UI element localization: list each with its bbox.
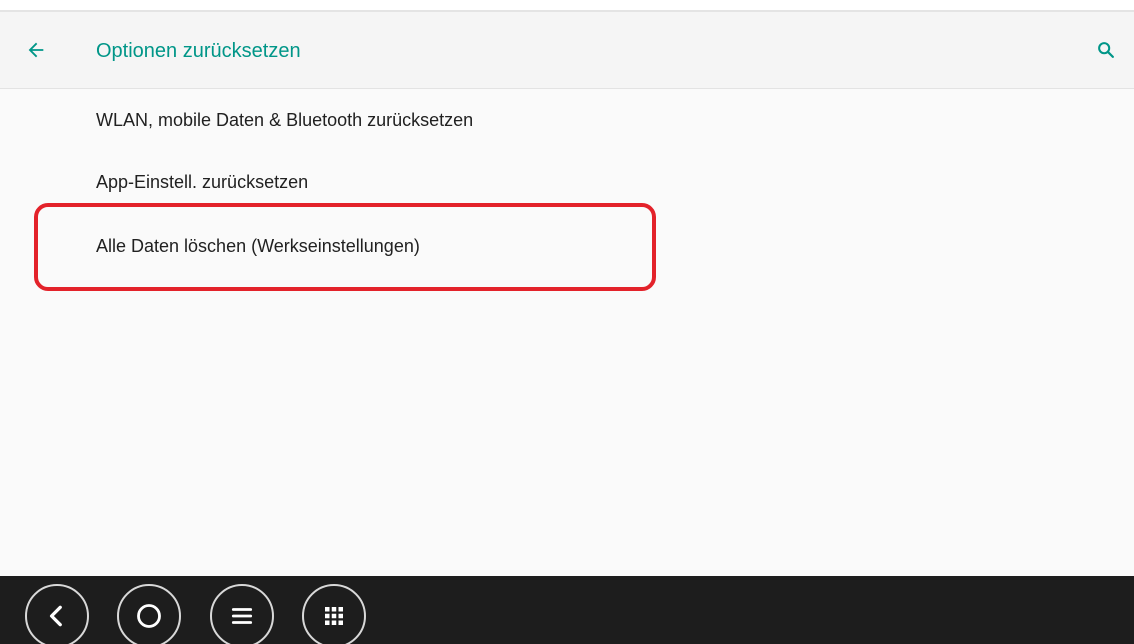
list-item-label: Alle Daten löschen (Werkseinstellungen) — [96, 236, 420, 256]
list-item-reset-network[interactable]: WLAN, mobile Daten & Bluetooth zurückset… — [0, 89, 1134, 151]
search-button[interactable] — [1090, 34, 1122, 66]
toolbar: Optionen zurücksetzen — [0, 12, 1134, 89]
list-item-factory-reset[interactable]: Alle Daten löschen (Werkseinstellungen) — [0, 215, 1134, 277]
nav-menu-button[interactable] — [210, 584, 274, 644]
back-chevron-icon — [49, 605, 62, 627]
navigation-bar — [0, 576, 1134, 644]
apps-grid-icon — [325, 607, 343, 625]
nav-home-button[interactable] — [117, 584, 181, 644]
list-item-label: App-Einstell. zurücksetzen — [96, 172, 309, 192]
menu-lines-icon — [231, 608, 253, 624]
status-bar — [0, 0, 1134, 10]
nav-back-button[interactable] — [25, 584, 89, 644]
search-icon — [1098, 42, 1114, 58]
list-item-label: WLAN, mobile Daten & Bluetooth zurückset… — [96, 110, 474, 130]
back-button[interactable] — [20, 34, 52, 66]
page-title: Optionen zurücksetzen — [96, 40, 301, 62]
nav-apps-button[interactable] — [302, 584, 366, 644]
settings-screen: Optionen zurücksetzen WLAN, mobile Daten… — [0, 0, 1134, 644]
home-circle-icon — [137, 604, 161, 628]
arrow-back-icon — [28, 42, 44, 58]
list-item-reset-app-preferences[interactable]: App-Einstell. zurücksetzen — [0, 151, 1134, 213]
